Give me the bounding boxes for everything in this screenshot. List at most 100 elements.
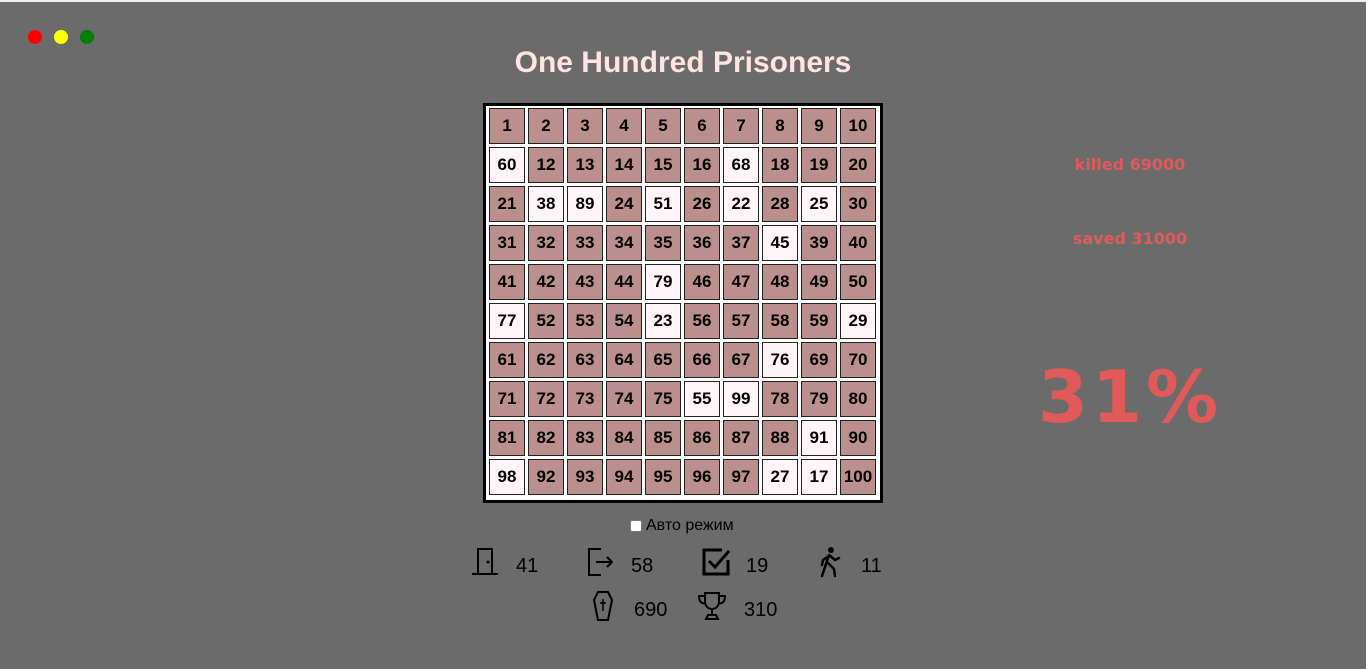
closed-box[interactable]: 8 [762,108,798,144]
closed-box[interactable]: 26 [684,186,720,222]
closed-box[interactable]: 73 [567,381,603,417]
auto-mode-toggle[interactable]: Авто режим [630,517,734,535]
closed-box[interactable]: 41 [489,264,525,300]
closed-box[interactable]: 14 [606,147,642,183]
closed-box[interactable]: 40 [840,225,876,261]
closed-box[interactable]: 43 [567,264,603,300]
open-box[interactable]: 60 [489,147,525,183]
closed-box[interactable]: 65 [645,342,681,378]
closed-box[interactable]: 75 [645,381,681,417]
open-box[interactable]: 25 [801,186,837,222]
open-box[interactable]: 17 [801,459,837,495]
closed-box[interactable]: 92 [528,459,564,495]
closed-box[interactable]: 19 [801,147,837,183]
closed-box[interactable]: 33 [567,225,603,261]
open-box[interactable]: 55 [684,381,720,417]
closed-box[interactable]: 62 [528,342,564,378]
closed-box[interactable]: 56 [684,303,720,339]
closed-box[interactable]: 58 [762,303,798,339]
closed-box[interactable]: 12 [528,147,564,183]
open-box[interactable]: 45 [762,225,798,261]
closed-box[interactable]: 31 [489,225,525,261]
closed-box[interactable]: 67 [723,342,759,378]
close-dot[interactable] [28,30,42,44]
closed-box[interactable]: 2 [528,108,564,144]
closed-box[interactable]: 30 [840,186,876,222]
closed-box[interactable]: 47 [723,264,759,300]
closed-box[interactable]: 35 [645,225,681,261]
closed-box[interactable]: 50 [840,264,876,300]
closed-box[interactable]: 80 [840,381,876,417]
closed-box[interactable]: 34 [606,225,642,261]
closed-box[interactable]: 86 [684,420,720,456]
closed-box[interactable]: 13 [567,147,603,183]
closed-box[interactable]: 63 [567,342,603,378]
closed-box[interactable]: 49 [801,264,837,300]
open-box[interactable]: 76 [762,342,798,378]
closed-box[interactable]: 97 [723,459,759,495]
closed-box[interactable]: 96 [684,459,720,495]
closed-box[interactable]: 42 [528,264,564,300]
minimize-dot[interactable] [54,30,68,44]
closed-box[interactable]: 6 [684,108,720,144]
open-box[interactable]: 91 [801,420,837,456]
closed-box[interactable]: 90 [840,420,876,456]
closed-box[interactable]: 82 [528,420,564,456]
closed-box[interactable]: 57 [723,303,759,339]
open-box[interactable]: 68 [723,147,759,183]
closed-box[interactable]: 9 [801,108,837,144]
closed-box[interactable]: 95 [645,459,681,495]
open-box[interactable]: 77 [489,303,525,339]
open-box[interactable]: 29 [840,303,876,339]
closed-box[interactable]: 54 [606,303,642,339]
closed-box[interactable]: 18 [762,147,798,183]
closed-box[interactable]: 74 [606,381,642,417]
closed-box[interactable]: 69 [801,342,837,378]
closed-box[interactable]: 81 [489,420,525,456]
open-box[interactable]: 79 [645,264,681,300]
closed-box[interactable]: 20 [840,147,876,183]
closed-box[interactable]: 78 [762,381,798,417]
closed-box[interactable]: 53 [567,303,603,339]
open-box[interactable]: 89 [567,186,603,222]
open-box[interactable]: 38 [528,186,564,222]
closed-box[interactable]: 7 [723,108,759,144]
closed-box[interactable]: 24 [606,186,642,222]
closed-box[interactable]: 3 [567,108,603,144]
closed-box[interactable]: 39 [801,225,837,261]
closed-box[interactable]: 5 [645,108,681,144]
closed-box[interactable]: 15 [645,147,681,183]
maximize-dot[interactable] [80,30,94,44]
closed-box[interactable]: 61 [489,342,525,378]
open-box[interactable]: 23 [645,303,681,339]
closed-box[interactable]: 88 [762,420,798,456]
open-box[interactable]: 98 [489,459,525,495]
closed-box[interactable]: 46 [684,264,720,300]
closed-box[interactable]: 83 [567,420,603,456]
auto-mode-checkbox[interactable] [630,520,642,532]
open-box[interactable]: 22 [723,186,759,222]
closed-box[interactable]: 59 [801,303,837,339]
closed-box[interactable]: 70 [840,342,876,378]
closed-box[interactable]: 48 [762,264,798,300]
closed-box[interactable]: 87 [723,420,759,456]
closed-box[interactable]: 32 [528,225,564,261]
closed-box[interactable]: 28 [762,186,798,222]
closed-box[interactable]: 72 [528,381,564,417]
closed-box[interactable]: 64 [606,342,642,378]
closed-box[interactable]: 94 [606,459,642,495]
closed-box[interactable]: 85 [645,420,681,456]
closed-box[interactable]: 84 [606,420,642,456]
closed-box[interactable]: 1 [489,108,525,144]
closed-box[interactable]: 52 [528,303,564,339]
open-box[interactable]: 27 [762,459,798,495]
closed-box[interactable]: 21 [489,186,525,222]
closed-box[interactable]: 100 [840,459,876,495]
closed-box[interactable]: 93 [567,459,603,495]
closed-box[interactable]: 10 [840,108,876,144]
closed-box[interactable]: 71 [489,381,525,417]
closed-box[interactable]: 36 [684,225,720,261]
closed-box[interactable]: 4 [606,108,642,144]
open-box[interactable]: 51 [645,186,681,222]
closed-box[interactable]: 37 [723,225,759,261]
